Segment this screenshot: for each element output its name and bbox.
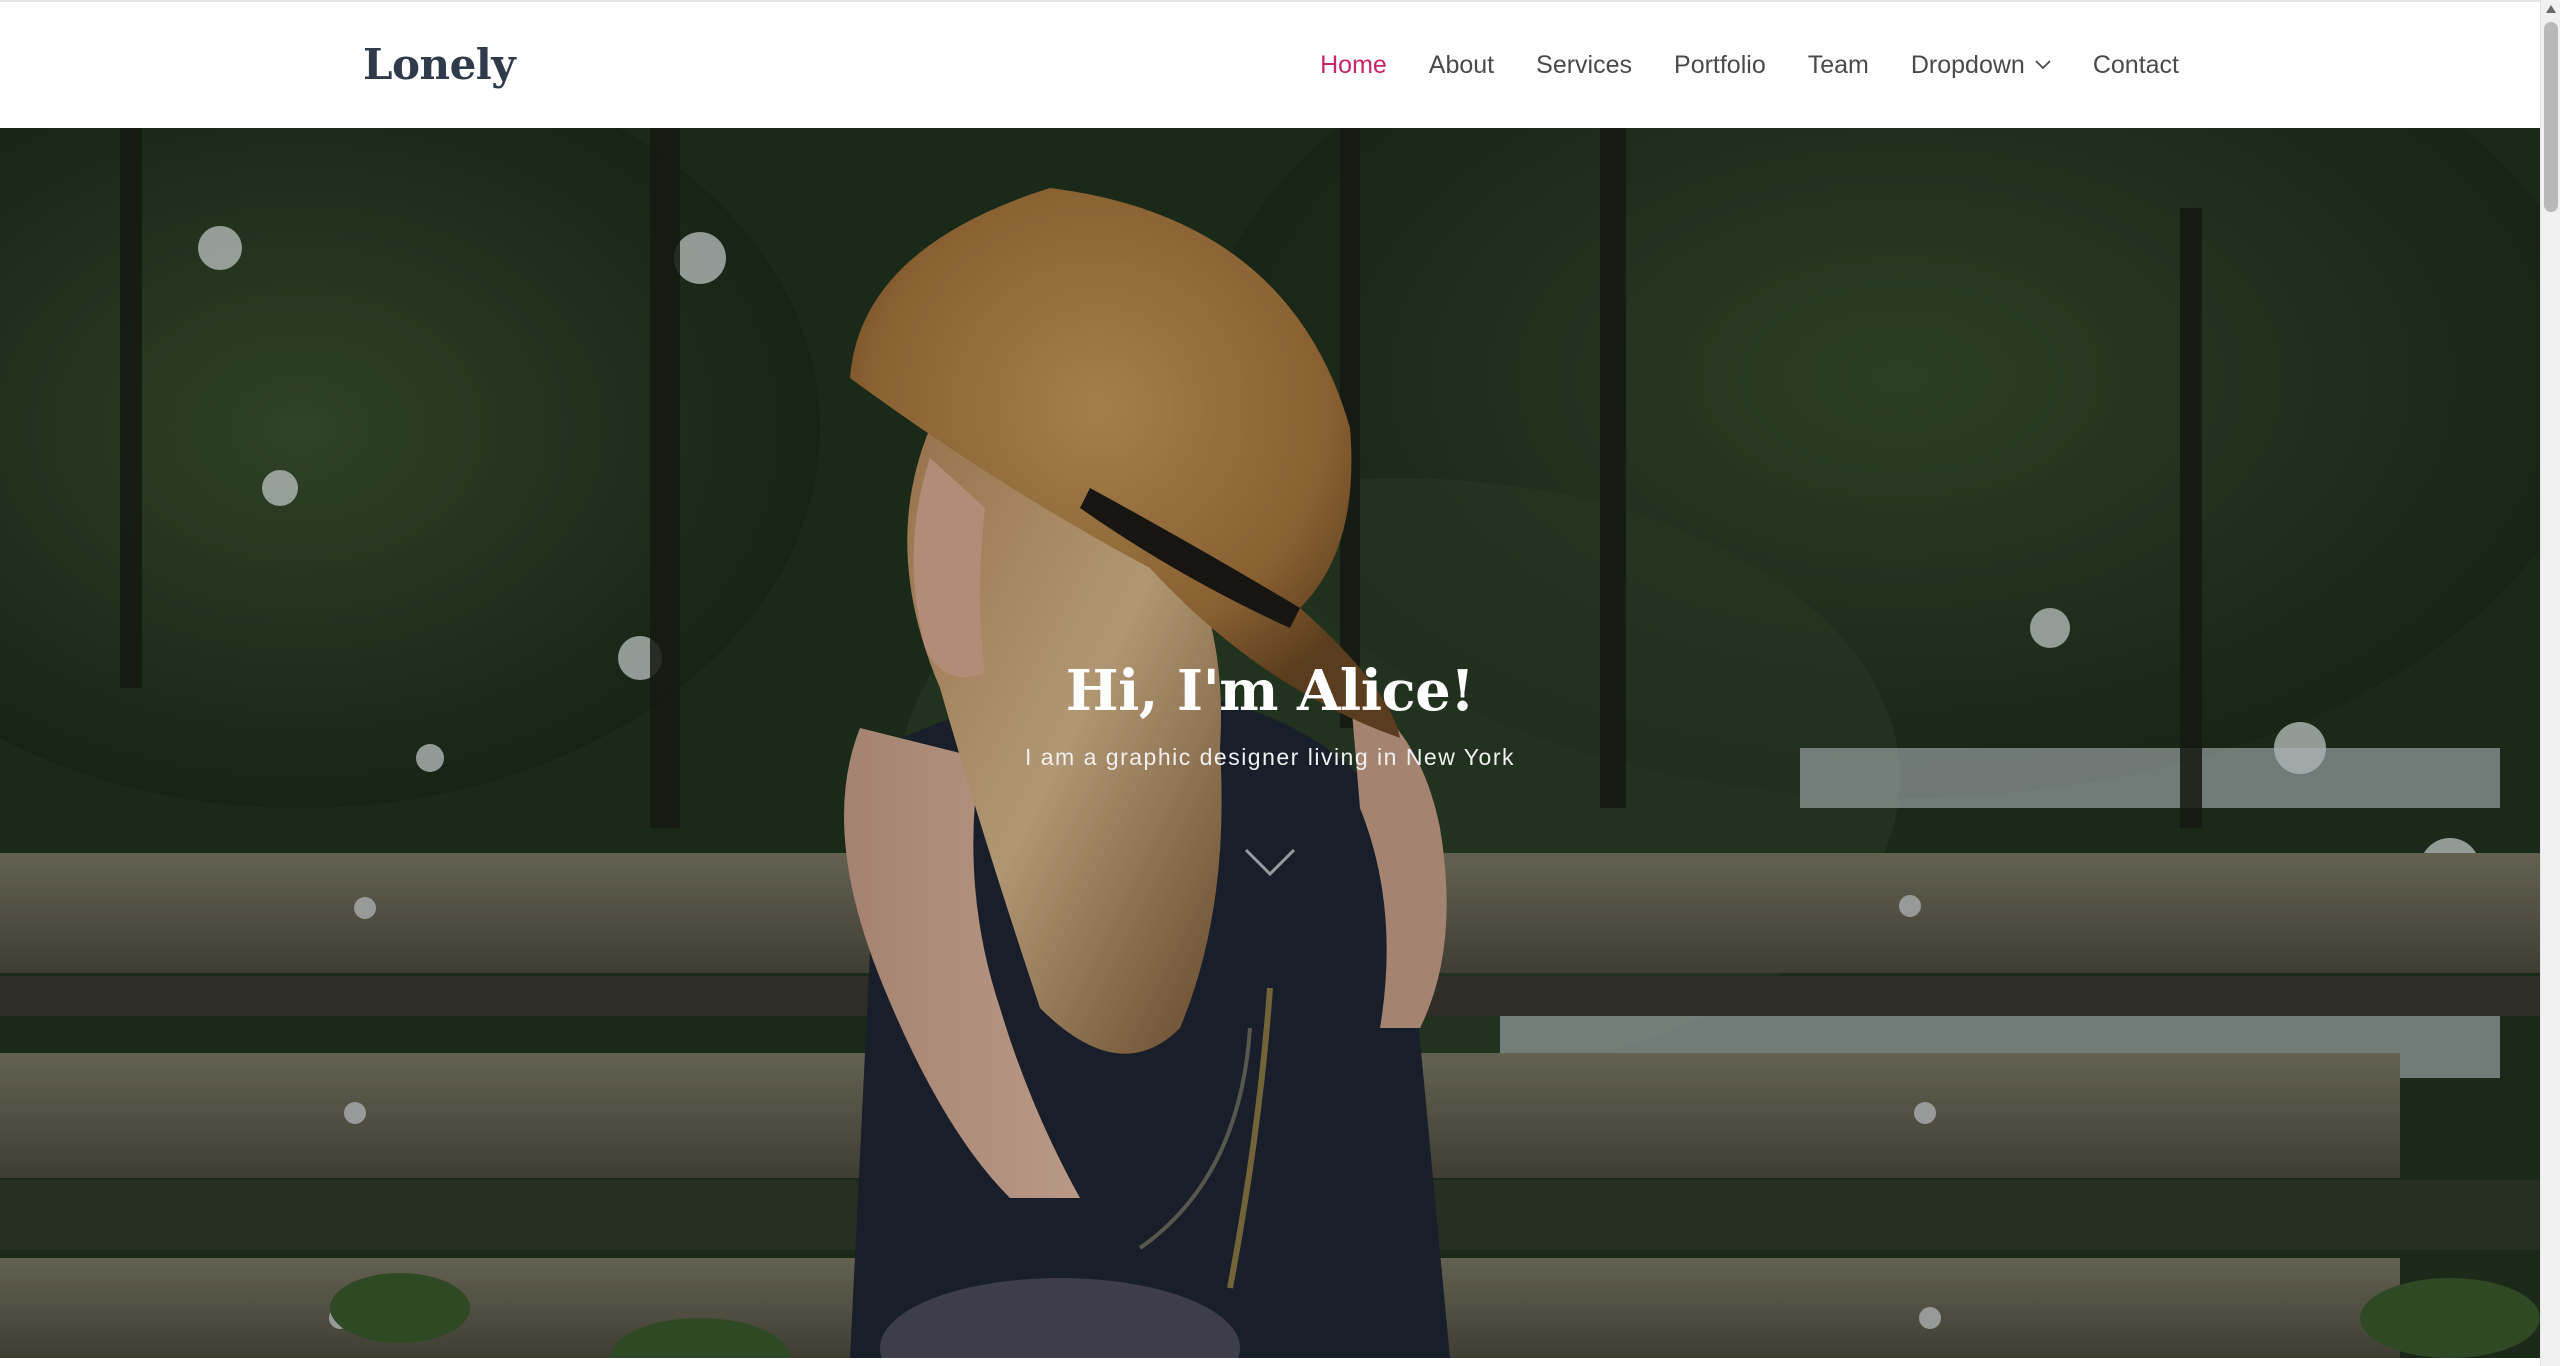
nav-about-label: About	[1428, 50, 1495, 79]
nav-about[interactable]: About	[1429, 51, 1494, 80]
hero-section: Hi, I'm Alice! I am a graphic designer l…	[0, 128, 2540, 1358]
site-header: Lonely Home About Services Portfolio Tea…	[0, 0, 2540, 128]
nav-home[interactable]: Home	[1320, 51, 1387, 80]
nav-portfolio[interactable]: Portfolio	[1674, 51, 1766, 80]
nav-home-label: Home	[1320, 50, 1387, 79]
nav-services-label: Services	[1536, 50, 1633, 79]
nav-contact[interactable]: Contact	[2093, 51, 2179, 80]
scroll-up-icon[interactable]	[2545, 4, 2557, 14]
nav-contact-label: Contact	[2092, 50, 2179, 79]
nav-team[interactable]: Team	[1808, 51, 1869, 80]
nav-dropdown-label: Dropdown	[1910, 50, 2025, 79]
main-nav: Home About Services Portfolio Team Dropd…	[1320, 48, 2179, 82]
hero-subtitle: I am a graphic designer living in New Yo…	[1024, 744, 1515, 770]
site-logo[interactable]: Lonely	[363, 40, 516, 89]
scrollbar-thumb[interactable]	[2544, 22, 2558, 212]
chevron-down-icon[interactable]	[1242, 844, 1298, 880]
chevron-down-icon	[2035, 60, 2051, 70]
hero-overlay	[0, 128, 2540, 1358]
nav-portfolio-label: Portfolio	[1674, 50, 1766, 79]
page-scrollbar[interactable]	[2540, 0, 2560, 1366]
nav-services[interactable]: Services	[1536, 51, 1632, 80]
nav-team-label: Team	[1807, 50, 1869, 79]
page: Lonely Home About Services Portfolio Tea…	[0, 0, 2540, 1366]
nav-dropdown[interactable]: Dropdown	[1911, 51, 2051, 80]
hero-title: Hi, I'm Alice!	[1065, 658, 1475, 724]
